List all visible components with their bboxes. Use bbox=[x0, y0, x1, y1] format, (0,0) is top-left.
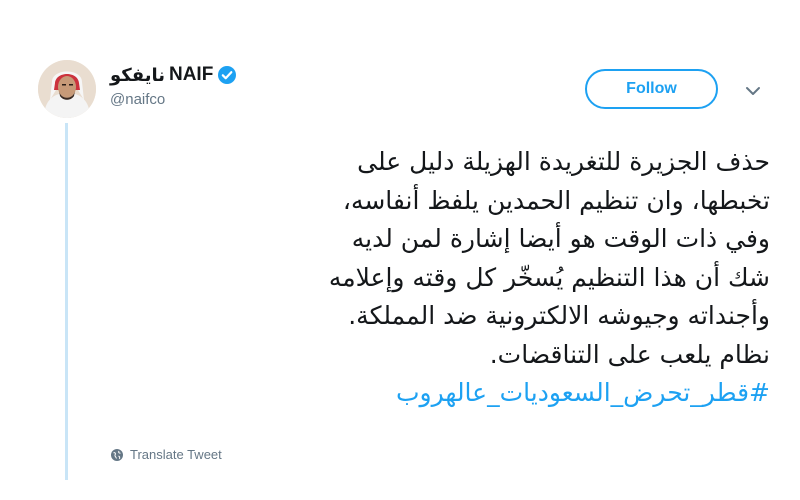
avatar[interactable] bbox=[38, 60, 96, 118]
globe-icon bbox=[111, 448, 123, 461]
tweet-text-line: نظام يلعب على التناقضات. bbox=[489, 339, 770, 369]
chevron-down-icon[interactable] bbox=[742, 80, 764, 102]
author-name-english[interactable]: NAIF bbox=[169, 64, 213, 86]
avatar-image bbox=[38, 60, 96, 118]
hashtag-link[interactable]: #قطر_تحرض_السعوديات_عالهروب bbox=[120, 374, 770, 413]
translate-tweet-label: Translate Tweet bbox=[130, 447, 222, 462]
tweet-header: نايفكو NAIF @naifco bbox=[110, 64, 237, 108]
author-name-row[interactable]: نايفكو NAIF bbox=[110, 64, 237, 86]
author-name-arabic[interactable]: نايفكو bbox=[110, 65, 165, 86]
tweet-text-line: شك أن هذا التنظيم يُسخّر كل وقته وإعلامه bbox=[328, 262, 770, 292]
tweet-text-line: تخبطها، وان تنظيم الحمدين يلفظ أنفاسه، bbox=[342, 185, 770, 215]
translate-tweet-link[interactable]: Translate Tweet bbox=[110, 447, 222, 462]
follow-button[interactable]: Follow bbox=[585, 69, 718, 109]
thread-line bbox=[65, 123, 68, 480]
tweet-text-line: حذف الجزيرة للتغريدة الهزيلة دليل على bbox=[357, 147, 770, 176]
tweet-card: نايفكو NAIF @naifco Follow حذف الجزيرة ل… bbox=[0, 0, 800, 500]
tweet-text-line: وفي ذات الوقت هو أيضا إشارة لمن لديه bbox=[351, 224, 770, 253]
tweet-text-line: وأجنداته وجيوشه الالكترونية ضد المملكة. bbox=[348, 301, 770, 330]
verified-badge-icon bbox=[217, 65, 237, 85]
tweet-text: حذف الجزيرة للتغريدة الهزيلة دليل على تخ… bbox=[120, 143, 770, 413]
author-handle[interactable]: @naifco bbox=[110, 91, 237, 108]
